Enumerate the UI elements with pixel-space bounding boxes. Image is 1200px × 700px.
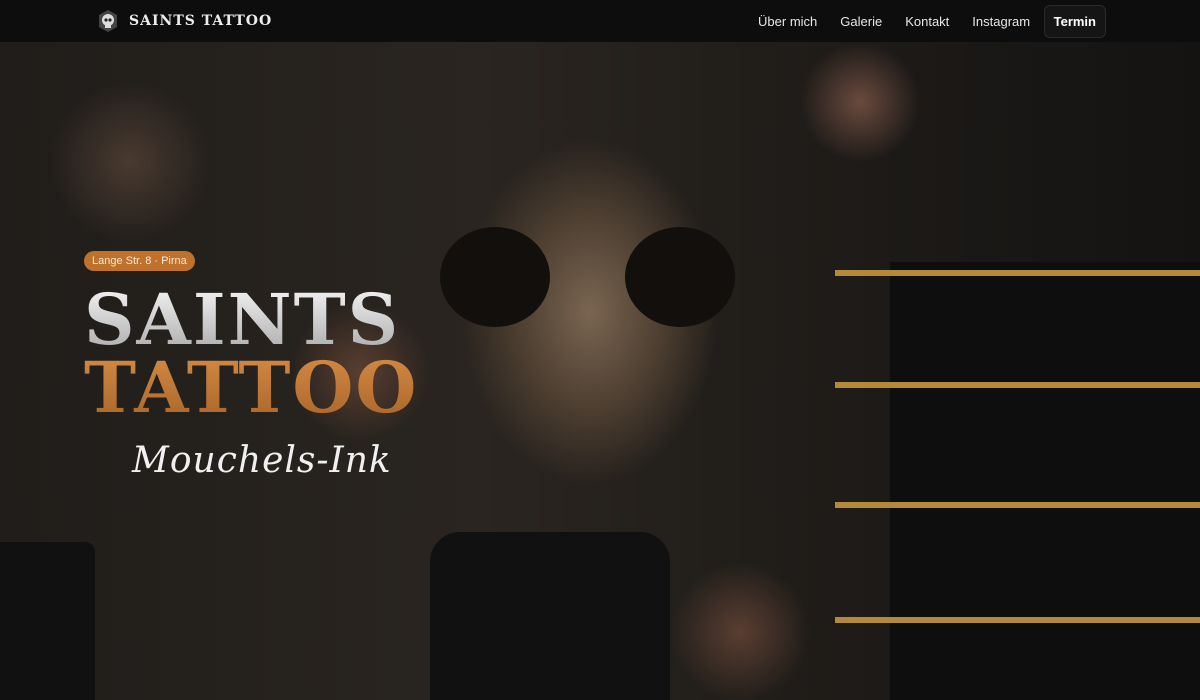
hero-image-skull-eye-left xyxy=(440,227,550,327)
shelf xyxy=(835,617,1200,623)
hero-image-shelves xyxy=(890,262,1200,700)
hero-section: Lange Str. 8 · Pirna SAINTS TATTOO Mouch… xyxy=(0,42,1200,700)
nav-link-ueber-mich[interactable]: Über mich xyxy=(747,6,829,37)
top-nav: SAINTS TATTOO Über mich Galerie Kontakt … xyxy=(0,0,1200,42)
hero-title-line1: SAINTS xyxy=(84,278,401,361)
hero-image-skull-eye-right xyxy=(625,227,735,327)
hero-title-line2: TATTOO xyxy=(84,346,419,429)
shelf xyxy=(835,382,1200,388)
nav-link-instagram[interactable]: Instagram xyxy=(961,6,1042,37)
brand-link[interactable]: SAINTS TATTOO xyxy=(97,9,272,33)
nav-link-kontakt[interactable]: Kontakt xyxy=(894,6,961,37)
termin-button[interactable]: Termin xyxy=(1043,5,1106,38)
skull-logo-icon xyxy=(99,10,117,32)
shelf xyxy=(835,270,1200,276)
nav-link-galerie[interactable]: Galerie xyxy=(829,6,894,37)
brand-name: SAINTS TATTOO xyxy=(129,13,273,29)
address-badge: Lange Str. 8 · Pirna xyxy=(84,251,195,271)
hero-image-chair xyxy=(430,532,670,700)
hero-image-sofa xyxy=(0,542,95,700)
hero-subtitle: Mouchels-Ink xyxy=(132,440,392,481)
shelf xyxy=(835,502,1200,508)
